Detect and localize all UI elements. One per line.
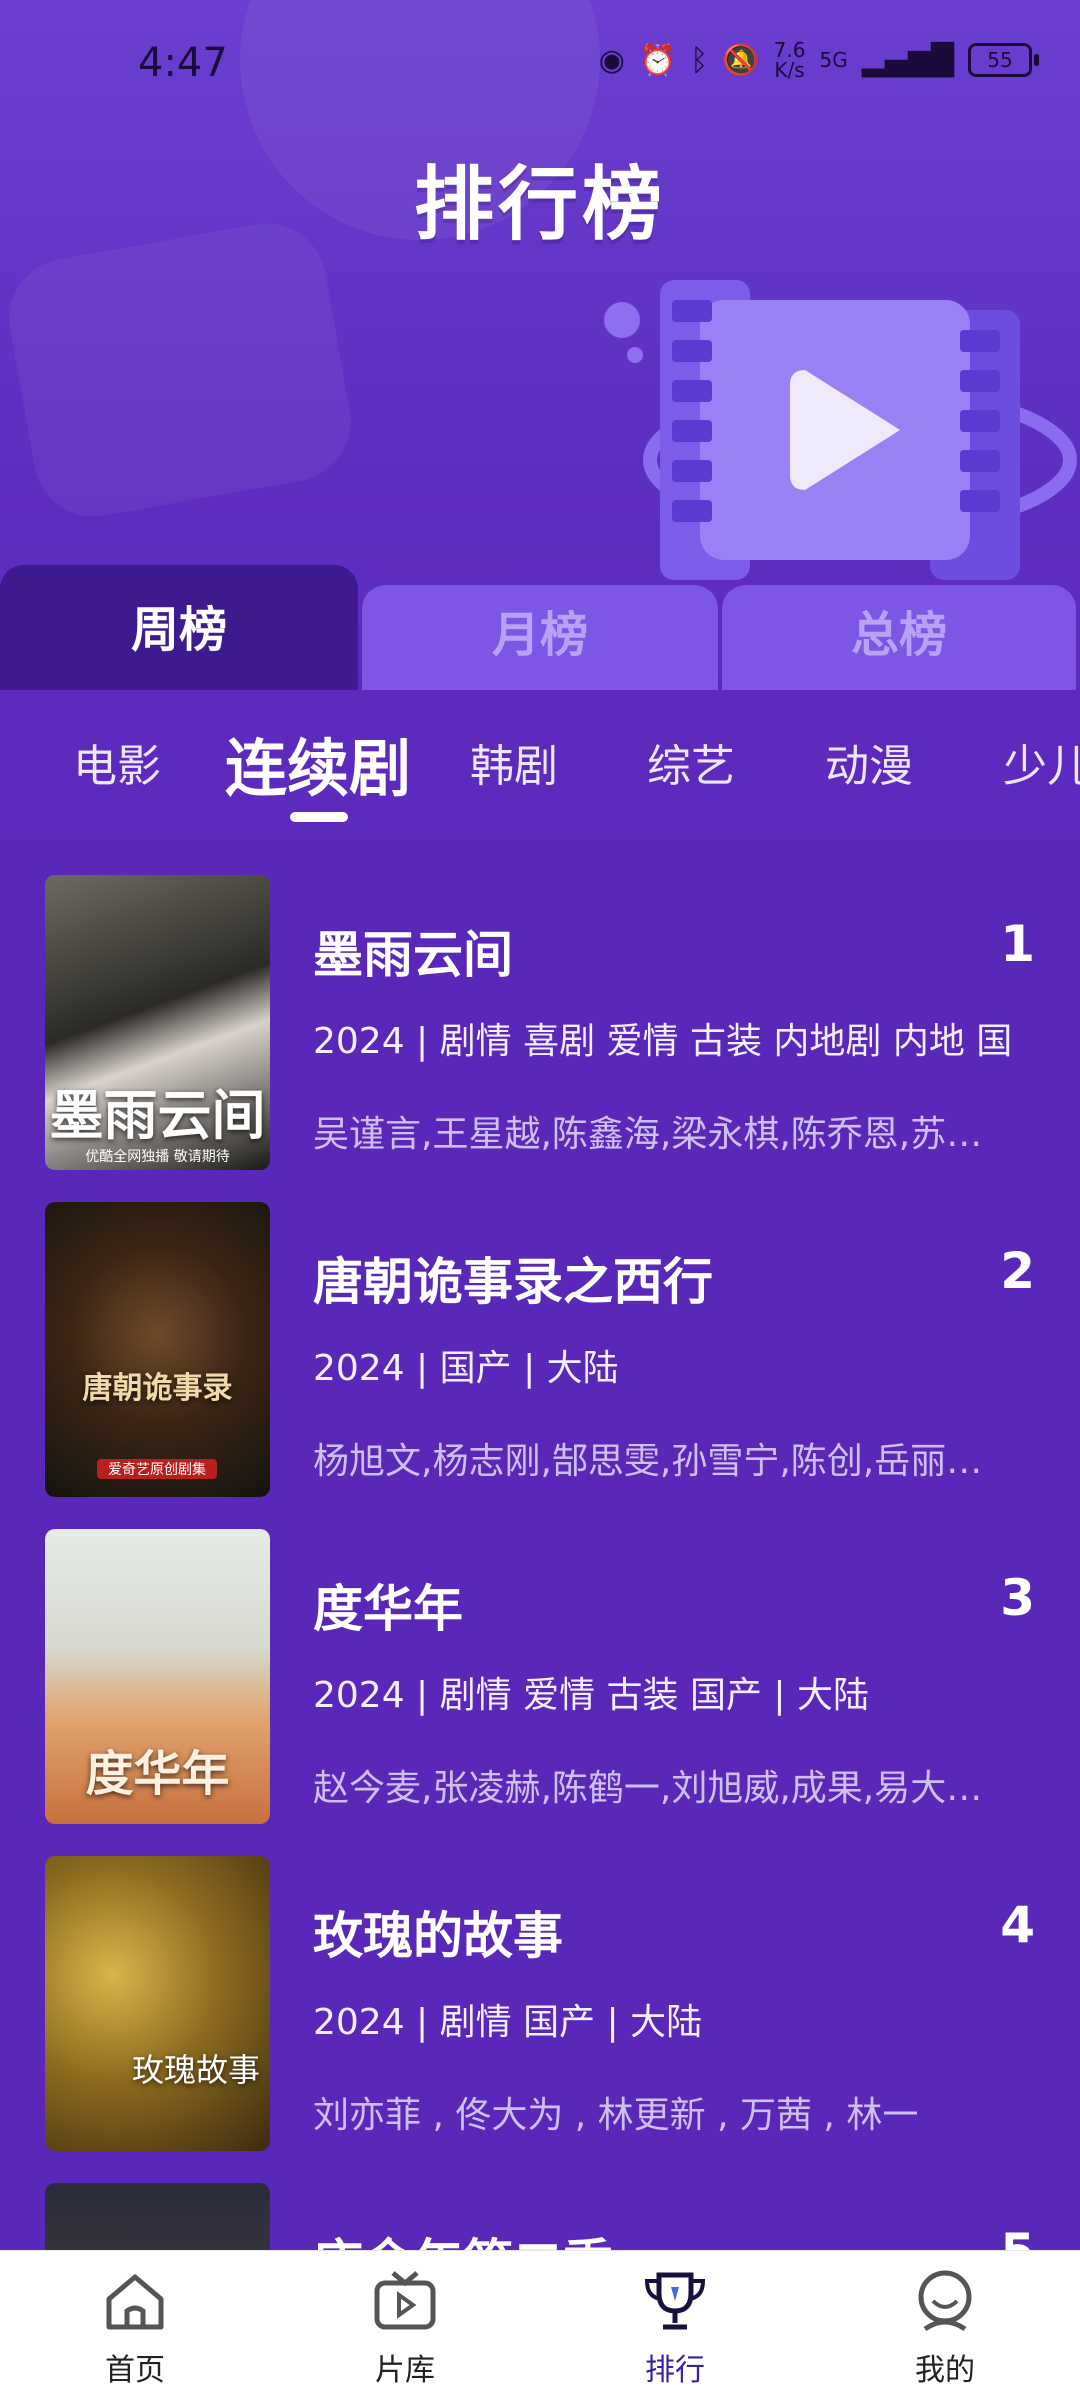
trophy-icon bbox=[644, 2272, 706, 2330]
mute-icon: 🔕 bbox=[722, 42, 760, 78]
list-item[interactable]: 唐朝诡事录 爱奇艺原创剧集 唐朝诡事录之西行 2 2024 | 国产 | 大陆 … bbox=[0, 1197, 1080, 1497]
bluetooth-icon: ᛒ bbox=[690, 42, 709, 78]
rank-number: 2 bbox=[1000, 1242, 1035, 1300]
item-meta: 2024 | 国产 | 大陆 bbox=[313, 1348, 619, 1389]
list-item[interactable]: 度华年 度华年 3 2024 | 剧情 爱情 古装 国产 | 大陆 赵今麦,张凌… bbox=[0, 1524, 1080, 1824]
category-variety[interactable]: 综艺 bbox=[647, 730, 735, 794]
item-title: 庆余年第二季 bbox=[313, 2223, 613, 2250]
status-icons: ◉ ⏰ ᛒ 🔕 7.6 K/s 5G ▂▄▆█ 55 bbox=[598, 38, 1039, 82]
decorative-box bbox=[0, 214, 361, 526]
home-icon bbox=[106, 2274, 164, 2330]
profile-icon bbox=[918, 2270, 972, 2332]
nav-label: 首页 bbox=[105, 2353, 165, 2388]
page-title: 排行榜 bbox=[414, 158, 666, 251]
item-title: 唐朝诡事录之西行 bbox=[313, 1253, 713, 1311]
signal-icon: ▂▄▆█ bbox=[861, 42, 954, 78]
item-title: 玫瑰的故事 bbox=[313, 1907, 563, 1965]
alarm-icon: ⏰ bbox=[638, 42, 677, 78]
list-item[interactable]: 玫瑰故事 玫瑰的故事 4 2024 | 剧情 国产 | 大陆 刘亦菲 , 佟大为… bbox=[0, 1851, 1080, 2151]
list-item[interactable]: 墨雨云间 优酷全网独播 敬请期待 墨雨云间 1 2024 | 剧情 喜剧 爱情 … bbox=[0, 870, 1080, 1170]
tv-icon bbox=[374, 2271, 436, 2330]
ranking-list: 墨雨云间 优酷全网独播 敬请期待 墨雨云间 1 2024 | 剧情 喜剧 爱情 … bbox=[0, 870, 1080, 2250]
poster-caption: 优酷全网独播 敬请期待 bbox=[85, 1149, 230, 1165]
category-kids[interactable]: 少儿 bbox=[1003, 730, 1080, 794]
poster-title: 玫瑰故事 bbox=[131, 2051, 260, 2089]
nav-label: 排行 bbox=[645, 2353, 705, 2388]
eye-icon: ◉ bbox=[598, 42, 625, 78]
nav-ranking[interactable]: 排行 bbox=[540, 2251, 810, 2401]
status-bar: 4:47 ◉ ⏰ ᛒ 🔕 7.6 K/s 5G ▂▄▆█ 55 bbox=[0, 0, 1080, 130]
poster-image: 墨雨云间 优酷全网独播 敬请期待 bbox=[45, 875, 270, 1170]
tab-weekly[interactable]: 周榜 bbox=[0, 565, 358, 690]
nav-library[interactable]: 片库 bbox=[270, 2251, 540, 2401]
item-meta: 2024 | 剧情 国产 | 大陆 bbox=[313, 2002, 703, 2043]
poster-caption: 爱奇艺原创剧集 bbox=[97, 1459, 217, 1479]
battery-icon: 55 bbox=[968, 43, 1039, 77]
bottom-navigation: 首页 片库 排行 我的 bbox=[0, 2250, 1080, 2401]
poster-title: 墨雨云间 bbox=[49, 1084, 266, 1147]
tab-monthly[interactable]: 月榜 bbox=[362, 585, 718, 690]
poster-image bbox=[45, 2183, 270, 2250]
rank-number: 5 bbox=[1000, 2223, 1035, 2250]
network-speed: 7.6 K/s bbox=[773, 38, 806, 82]
nav-label: 片库 bbox=[375, 2353, 435, 2388]
poster-image: 度华年 bbox=[45, 1529, 270, 1824]
item-meta: 2024 | 剧情 喜剧 爱情 古装 内地剧 内地 国 bbox=[313, 1021, 1013, 1062]
nav-profile[interactable]: 我的 bbox=[810, 2251, 1080, 2401]
poster-title: 唐朝诡事录 bbox=[82, 1371, 233, 1406]
poster-image: 玫瑰故事 bbox=[45, 1856, 270, 2151]
category-movie[interactable]: 电影 bbox=[73, 730, 161, 794]
category-tabs: 电影 连续剧 韩剧 综艺 动漫 少儿 bbox=[0, 690, 1080, 840]
active-category-indicator bbox=[290, 812, 348, 822]
item-cast: 赵今麦,张凌赫,陈鹤一,刘旭威,成果,易大… bbox=[313, 1768, 983, 1809]
item-cast: 杨旭文,杨志刚,郜思雯,孙雪宁,陈创,岳丽… bbox=[313, 1441, 983, 1482]
rank-number: 3 bbox=[1000, 1569, 1035, 1627]
rank-number: 4 bbox=[1000, 1896, 1035, 1954]
video-hero-illustration bbox=[604, 280, 1077, 580]
tab-overall[interactable]: 总榜 bbox=[722, 585, 1076, 690]
item-title: 墨雨云间 bbox=[313, 926, 513, 984]
nav-home[interactable]: 首页 bbox=[0, 2251, 270, 2401]
period-tabs: 周榜 月榜 总榜 bbox=[0, 565, 1080, 690]
poster-title: 度华年 bbox=[85, 1746, 230, 1802]
rank-number: 1 bbox=[1000, 915, 1035, 973]
item-meta: 2024 | 剧情 爱情 古装 国产 | 大陆 bbox=[313, 1675, 869, 1716]
nav-label: 我的 bbox=[915, 2353, 975, 2388]
category-korean[interactable]: 韩剧 bbox=[470, 730, 558, 794]
item-cast: 吴谨言,王星越,陈鑫海,梁永棋,陈乔恩,苏… bbox=[313, 1114, 983, 1155]
list-item[interactable]: 庆余年第二季 5 bbox=[0, 2178, 1080, 2250]
category-series[interactable]: 连续剧 bbox=[225, 718, 411, 808]
poster-image: 唐朝诡事录 爱奇艺原创剧集 bbox=[45, 1202, 270, 1497]
clock: 4:47 bbox=[138, 40, 228, 86]
network-type: 5G bbox=[819, 48, 848, 72]
item-title: 度华年 bbox=[313, 1580, 463, 1638]
item-cast: 刘亦菲 , 佟大为 , 林更新 , 万茜 , 林一 bbox=[313, 2095, 919, 2136]
category-anime[interactable]: 动漫 bbox=[825, 730, 913, 794]
